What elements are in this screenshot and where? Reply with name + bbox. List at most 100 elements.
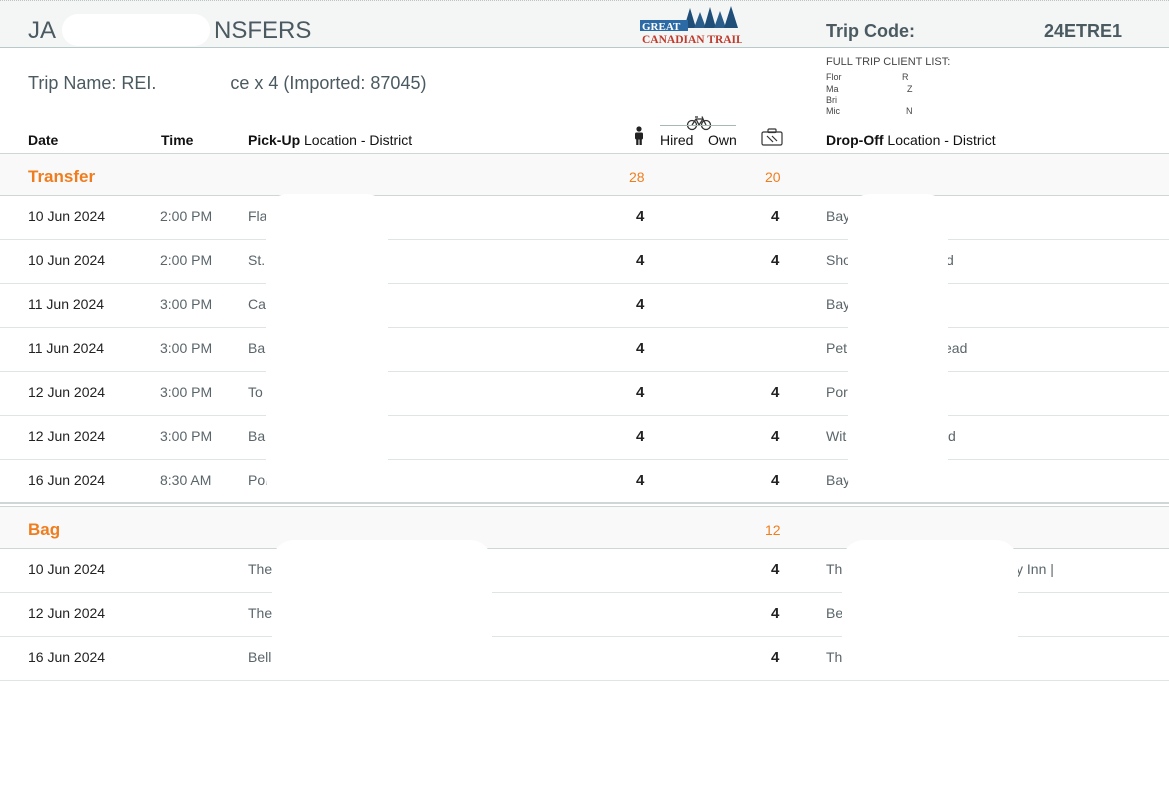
row-time: 3:00 PM: [160, 296, 213, 312]
row-people: 4: [636, 208, 645, 225]
row-pickup: To: [248, 384, 263, 400]
section-bags-total: 12: [765, 522, 781, 538]
row-bags: 4: [771, 605, 780, 622]
row-pickup: Ca: [248, 296, 266, 312]
row-dropoff-tail: y Inn |: [1016, 561, 1054, 577]
client-name: Bri: [826, 95, 837, 105]
row-pickup: Ba: [248, 340, 266, 356]
row-date: 12 Jun 2024: [28, 605, 106, 621]
row-time: 3:00 PM: [160, 428, 213, 444]
row-people: 4: [636, 384, 645, 401]
column-header-own: Own: [708, 132, 737, 148]
dropoff-header-rest: Location - District: [883, 132, 996, 148]
table-row: 12 Jun 2024 3:00 PM To 4 4 Por: [0, 372, 1169, 416]
row-date: 11 Jun 2024: [28, 296, 105, 312]
row-dropoff: Th: [826, 649, 843, 665]
row-pickup: Bell: [248, 649, 272, 665]
section-people-total: 28: [629, 169, 645, 185]
row-time: 2:00 PM: [160, 252, 213, 268]
row-bags: 4: [771, 649, 780, 666]
client-list-item: Ma Z: [826, 84, 913, 95]
bicycle-icon: [686, 116, 712, 131]
trip-name-left: Trip Name: REI.: [28, 73, 157, 93]
row-bags: 4: [771, 561, 780, 578]
row-date: 10 Jun 2024: [28, 252, 106, 268]
row-time: 2:00 PM: [160, 208, 213, 224]
row-bags: 4: [771, 208, 780, 225]
client-name: Mic: [826, 106, 840, 116]
row-bags: 4: [771, 472, 780, 489]
client-name-tail: Z: [907, 84, 913, 94]
section-label: Transfer: [28, 167, 96, 186]
row-pickup: Fla: [248, 208, 268, 224]
trip-name-right: ce x 4 (Imported: 87045): [230, 73, 427, 93]
row-date: 12 Jun 2024: [28, 428, 106, 444]
row-people: 4: [636, 340, 645, 357]
client-list-title: FULL TRIP CLIENT LIST:: [826, 56, 951, 68]
row-dropoff: Pet: [826, 340, 848, 356]
row-date: 10 Jun 2024: [28, 561, 106, 577]
row-pickup: The: [248, 561, 273, 577]
row-time: 3:00 PM: [160, 384, 213, 400]
row-bags: 4: [771, 384, 780, 401]
row-people: 4: [636, 472, 645, 489]
section-header-transfer: Transfer 28 20: [0, 153, 1169, 196]
client-list-item: Flor R: [826, 72, 909, 83]
table-row: 10 Jun 2024 2:00 PM Fla 4 4 Bay: [0, 196, 1169, 240]
row-people: 4: [636, 252, 645, 269]
row-date: 16 Jun 2024: [28, 472, 106, 488]
table-row: 12 Jun 2024 3:00 PM Ba 4 4 Wit d: [0, 416, 1169, 460]
table-row: 10 Jun 2024 2:00 PM St. 4 4 Sho d: [0, 240, 1169, 284]
row-time: 3:00 PM: [160, 340, 213, 356]
row-dropoff: Bay: [826, 472, 851, 488]
redaction-mask: [842, 540, 1018, 678]
redaction-mask: [848, 194, 948, 502]
client-list-item: Bri: [826, 95, 837, 106]
row-time: 8:30 AM: [160, 472, 212, 488]
client-name-tail: R: [902, 72, 909, 82]
row-people: 4: [636, 428, 645, 445]
section-bags-total: 20: [765, 169, 781, 185]
column-header-pickup: Pick-Up Location - District: [248, 132, 412, 148]
section-label: Bag: [28, 520, 61, 539]
row-dropoff-tail: d: [948, 428, 956, 444]
logo-graphic: GREAT CANADIAN TRAILS: [640, 6, 750, 46]
client-name: Flor: [826, 72, 842, 82]
row-pickup: St.: [248, 252, 266, 268]
row-dropoff: Be: [826, 605, 844, 621]
row-dropoff: Bay: [826, 208, 851, 224]
title-left: JA: [28, 17, 57, 44]
title-right: NSFERS: [214, 17, 312, 44]
trip-name: Trip Name: REI. ce x 4 (Imported: 87045): [28, 73, 426, 94]
column-header-hired: Hired: [660, 132, 694, 148]
dropoff-header-bold: Drop-Off: [826, 132, 884, 148]
row-bags: 4: [771, 252, 780, 269]
table-row: 16 Jun 2024 8:30 AM Por. 4 4 Bay: [0, 460, 1169, 504]
redaction-mask: [266, 194, 388, 502]
column-header-time: Time: [161, 132, 194, 148]
row-date: 11 Jun 2024: [28, 340, 105, 356]
row-date: 12 Jun 2024: [28, 384, 106, 400]
trip-code-value: 24ETRE1: [1044, 21, 1123, 41]
row-dropoff: Por: [826, 384, 848, 400]
row-date: 10 Jun 2024: [28, 208, 106, 224]
trip-code-label: Trip Code:: [826, 21, 915, 41]
table-row: 11 Jun 2024 3:00 PM Ca 4 Bay: [0, 284, 1169, 328]
luggage-icon: [761, 128, 783, 146]
person-icon: [635, 126, 643, 145]
client-name-tail: N: [906, 106, 913, 116]
redaction-mask: [62, 14, 210, 46]
client-list-item: Mic N: [826, 106, 913, 117]
row-dropoff: Th: [826, 561, 843, 577]
row-pickup: Ba: [248, 428, 266, 444]
pickup-header-bold: Pick-Up: [248, 132, 301, 148]
redaction-mask: [272, 540, 492, 678]
row-bags: 4: [771, 428, 780, 445]
row-dropoff: Wit: [826, 428, 847, 444]
bike-column-divider: [660, 125, 736, 126]
logo-text-bottom: CANADIAN TRAILS: [642, 34, 742, 46]
row-pickup: The: [248, 605, 273, 621]
logo-text-top: GREAT: [642, 21, 681, 33]
table-row: 11 Jun 2024 3:00 PM Ba 4 Pet ead: [0, 328, 1169, 372]
row-dropoff: Bay: [826, 296, 851, 312]
